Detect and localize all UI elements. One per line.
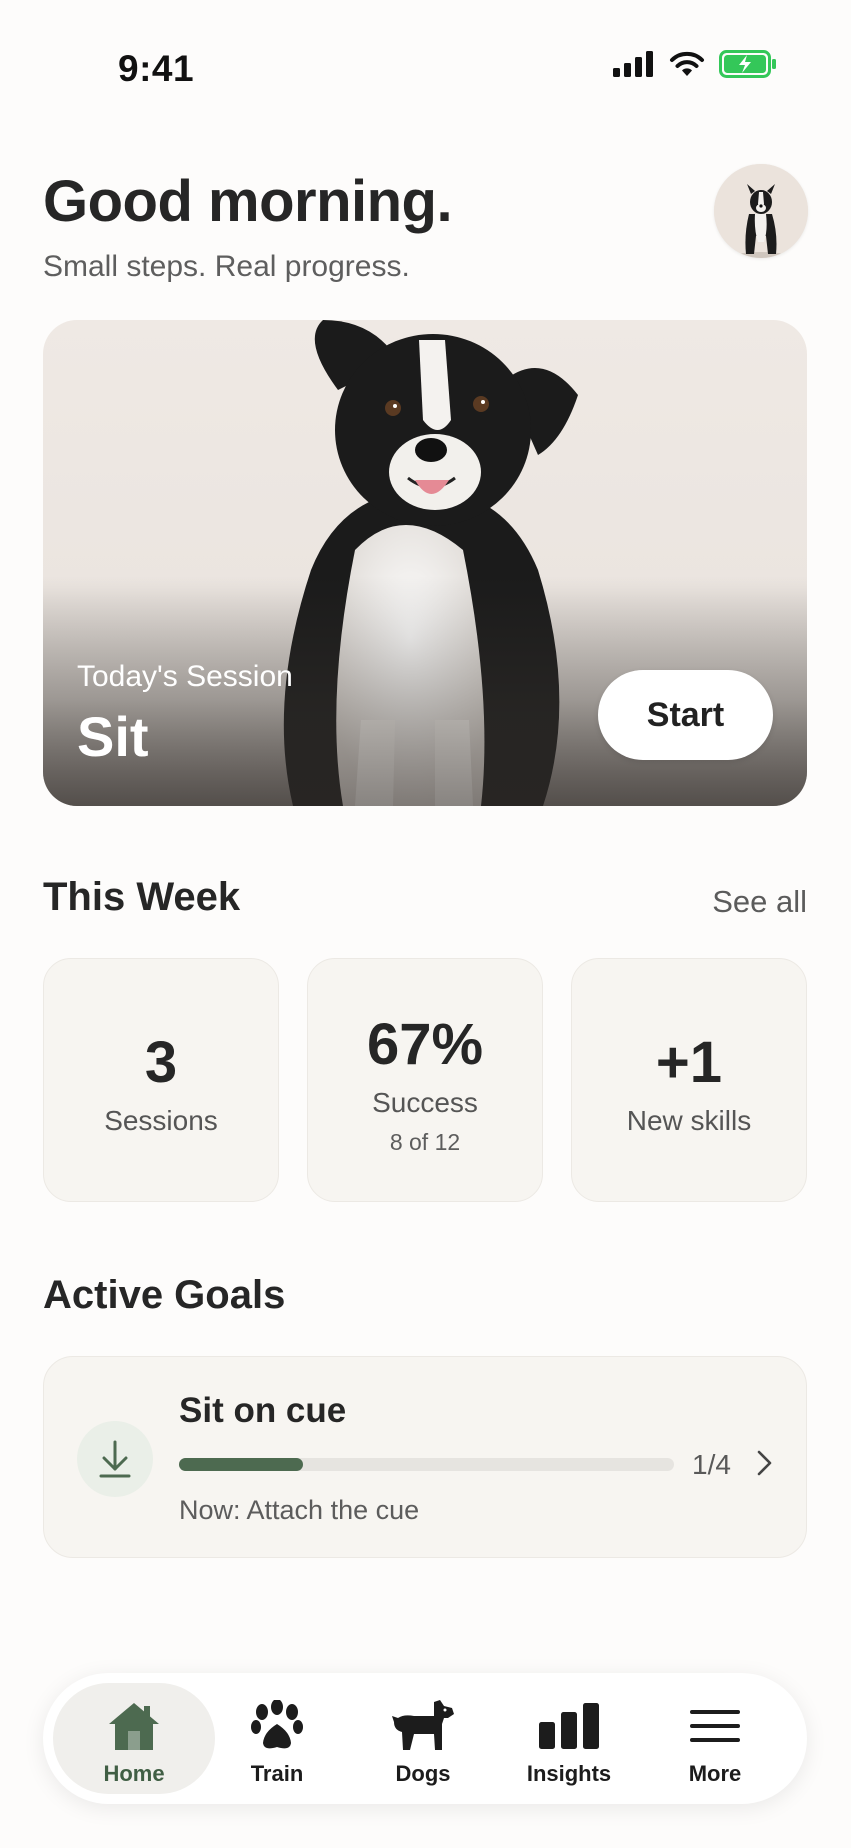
dog-icon xyxy=(353,1697,493,1755)
stat-detail: 8 of 12 xyxy=(389,1129,461,1155)
greeting-title: Good morning. xyxy=(43,169,453,234)
stat-value: 3 xyxy=(144,1030,178,1095)
stat-label: Sessions xyxy=(104,1105,218,1136)
goal-progress-bar xyxy=(179,1458,674,1471)
download-arrow-icon xyxy=(77,1421,153,1497)
status-bar: 9:41 xyxy=(0,0,851,140)
menu-icon xyxy=(645,1697,785,1755)
tab-dogs[interactable]: Dogs xyxy=(353,1673,493,1804)
goal-current-step: Now: Attach the cue xyxy=(179,1495,420,1525)
chevron-right-icon xyxy=(756,1449,774,1482)
battery-charging-icon xyxy=(719,50,776,78)
todays-session-card[interactable]: Today's Session Sit Start xyxy=(43,320,807,806)
goal-progress-fill xyxy=(179,1458,303,1471)
bottom-tab-bar: Home Train Dogs Insights More xyxy=(43,1673,807,1804)
tab-home[interactable]: Home xyxy=(43,1673,225,1804)
start-session-button[interactable]: Start xyxy=(598,670,773,760)
stat-label: Success xyxy=(372,1087,478,1118)
stat-value: +1 xyxy=(655,1030,723,1095)
paw-icon xyxy=(207,1697,347,1755)
tab-label: Train xyxy=(250,1761,304,1786)
tab-more[interactable]: More xyxy=(645,1673,785,1804)
session-title: Sit xyxy=(77,705,149,768)
tab-label: More xyxy=(688,1761,742,1786)
see-all-link[interactable]: See all xyxy=(712,884,807,920)
active-goals-title: Active Goals xyxy=(43,1273,286,1317)
goal-progress-count: 1/4 xyxy=(692,1449,731,1480)
home-icon xyxy=(43,1697,225,1755)
this-week-title: This Week xyxy=(43,875,241,919)
stat-card-new-skills[interactable]: +1 New skills xyxy=(571,958,807,1202)
stat-label: New skills xyxy=(626,1105,752,1136)
session-subtitle: Today's Session xyxy=(77,660,293,693)
stat-card-sessions[interactable]: 3 Sessions xyxy=(43,958,279,1202)
tab-label: Home xyxy=(103,1761,165,1786)
profile-avatar[interactable] xyxy=(714,164,808,258)
tab-train[interactable]: Train xyxy=(207,1673,347,1804)
goal-name: Sit on cue xyxy=(179,1391,347,1430)
stat-card-success[interactable]: 67% Success 8 of 12 xyxy=(307,958,543,1202)
dog-avatar-image xyxy=(714,164,808,258)
bar-chart-icon xyxy=(499,1697,639,1755)
wifi-icon xyxy=(670,51,704,76)
stat-value: 67% xyxy=(366,1012,484,1077)
status-time: 9:41 xyxy=(118,48,195,89)
tab-insights[interactable]: Insights xyxy=(499,1673,639,1804)
greeting-tagline: Small steps. Real progress. xyxy=(43,250,410,283)
tab-label: Dogs xyxy=(395,1761,451,1786)
status-icons xyxy=(613,50,777,78)
goal-card-sit-on-cue[interactable]: Sit on cue 1/4 Now: Attach the cue xyxy=(43,1356,807,1558)
cellular-signal-icon xyxy=(613,51,653,77)
tab-label: Insights xyxy=(526,1761,612,1786)
